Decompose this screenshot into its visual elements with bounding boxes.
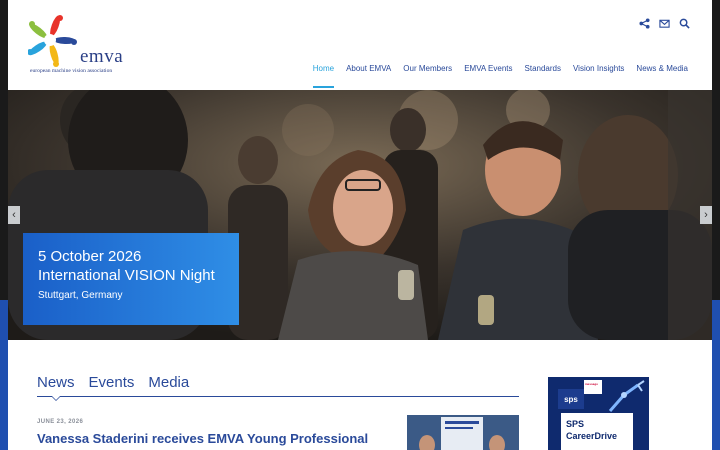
main-nav: Home About EMVA Our Members EMVA Events … (312, 64, 688, 88)
ad-text-box: SPS CareerDrive (561, 413, 633, 450)
hero-slider: ‹ › 5 October 2026 International VISION … (8, 90, 712, 340)
right-gutter (712, 0, 720, 450)
tabs-underline (37, 396, 519, 397)
site-header: emva european machine vision association… (8, 0, 712, 90)
chevron-left-icon: ‹ (12, 209, 16, 221)
content-tabs: News Events Media (37, 374, 189, 391)
logo-wordmark: emva (80, 46, 124, 67)
tab-news[interactable]: News (37, 374, 75, 391)
nav-item-news-media[interactable]: News & Media (636, 64, 688, 88)
left-gutter (0, 0, 8, 450)
mail-icon[interactable] (659, 18, 670, 29)
logo-tagline: european machine vision association (30, 68, 113, 74)
nav-item-home[interactable]: Home (312, 64, 335, 88)
nav-item-emva-events[interactable]: EMVA Events (464, 64, 512, 88)
event-date: 5 October 2026 (38, 248, 142, 265)
news-thumbnail[interactable] (407, 415, 519, 450)
event-location: Stuttgart, Germany (38, 290, 123, 301)
robot-arm-icon (608, 380, 645, 412)
sps-logo: sps (558, 389, 584, 409)
tab-media[interactable]: Media (148, 374, 189, 391)
search-icon[interactable] (679, 18, 690, 29)
nav-item-our-members[interactable]: Our Members (403, 64, 452, 88)
slider-prev-button[interactable]: ‹ (8, 206, 20, 224)
nav-item-about-emva[interactable]: About EMVA (346, 64, 391, 88)
nav-item-standards[interactable]: Standards (525, 64, 561, 88)
news-headline-link[interactable]: Vanessa Staderini receives EMVA Young Pr… (37, 431, 368, 446)
tab-events[interactable]: Events (89, 374, 135, 391)
nav-item-vision-insights[interactable]: Vision Insights (573, 64, 624, 88)
header-utility-icons (639, 18, 690, 29)
hero-event-card[interactable]: 5 October 2026 International VISION Nigh… (23, 233, 239, 325)
news-date: JUNE 23, 2026 (37, 419, 84, 425)
event-title: International VISION Night (38, 267, 215, 284)
page: emva european machine vision association… (8, 0, 712, 450)
share-icon[interactable] (639, 18, 650, 29)
sps-careerdrive-ad[interactable]: sps messago SPS CareerDrive (548, 377, 649, 450)
slider-next-button[interactable]: › (700, 206, 712, 224)
star-people-icon (28, 15, 77, 67)
chevron-right-icon: › (704, 209, 708, 221)
